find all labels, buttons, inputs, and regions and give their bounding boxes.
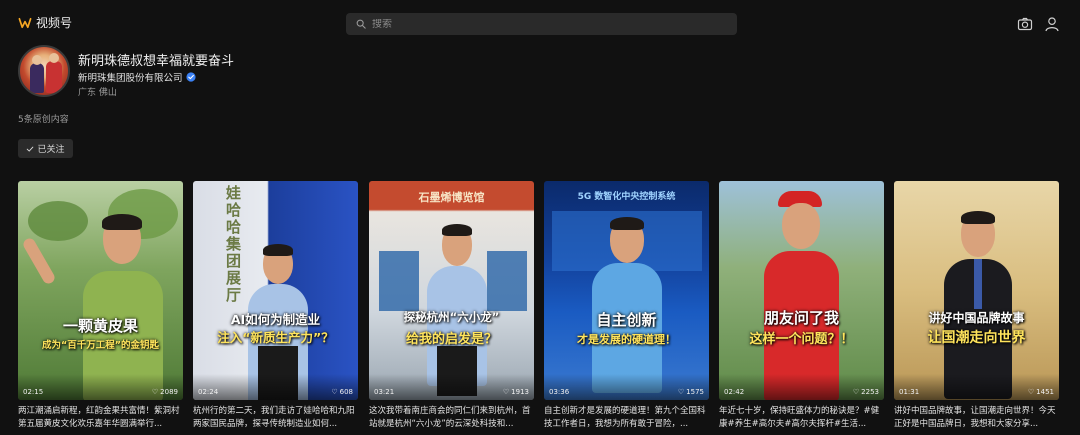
video-title-line1: 探秘杭州“六小龙” (403, 310, 500, 324)
app-logo[interactable]: 视频号 (18, 14, 72, 31)
video-scene-text: 5G 数智化中央控制系统 (577, 192, 676, 202)
video-title-line2: 给我的启发是？ (405, 332, 497, 347)
video-title-line2: 这样一个问题？！ (749, 332, 854, 347)
video-scene-text: 娃哈哈集团展厅 (224, 185, 242, 304)
profile-org: 新明珠集团股份有限公司 (78, 70, 196, 84)
heart-icon: ♡ (502, 388, 510, 396)
top-bar: 视频号 (0, 0, 1080, 48)
like-count: 1575 (686, 388, 704, 396)
video-thumbnail[interactable]: 石墨烯博览馆 探秘杭州“六小龙” 给我的启发是？ 03:21 ♡ 1913 (369, 181, 534, 400)
user-icon[interactable] (1044, 16, 1060, 32)
avatar[interactable] (18, 45, 70, 97)
video-title-line1: 朋友问了我 (763, 309, 839, 327)
video-title-line2: 注入“新质生产力”？ (217, 330, 334, 345)
heart-icon: ♡ (151, 388, 159, 396)
profile-location: 广东 佛山 (78, 88, 117, 98)
video-thumbnail[interactable]: 一颗黄皮果 成为“百千万工程”的金钥匙 02:15 ♡ 2089 (18, 181, 183, 400)
video-thumbnail[interactable]: 5G 数智化中央控制系统 自主创新 才是发展的硬道理！ 03:36 ♡ 1575 (544, 181, 709, 400)
video-duration: 01:31 (899, 388, 920, 396)
video-duration: 02:42 (724, 388, 745, 396)
video-likes: ♡ 1575 (678, 388, 704, 396)
video-title-line1: 讲好中国品牌故事 (928, 311, 1025, 325)
video-caption[interactable]: 自主创新才是发展的硬道理！第九个全国科技工作者日，我想为所有敢于冒险，... (544, 405, 709, 431)
video-caption[interactable]: 年近七十岁，保持旺盛体力的秘诀是？#健康#养生#高尔夫#高尔夫挥杆#生活... (719, 405, 884, 431)
channels-logo-icon (18, 17, 32, 28)
video-scene-text: 石墨烯博览馆 (418, 191, 485, 204)
video-likes: ♡ 2253 (853, 388, 879, 396)
follow-button[interactable]: 已关注 (18, 139, 73, 158)
search-bar[interactable] (346, 13, 737, 35)
like-count: 1913 (511, 388, 529, 396)
check-icon (27, 146, 34, 152)
video-duration: 02:24 (198, 388, 219, 396)
like-count: 2089 (160, 388, 178, 396)
video-card[interactable]: 5G 数智化中央控制系统 自主创新 才是发展的硬道理！ 03:36 ♡ 1575 … (544, 181, 709, 435)
video-duration: 02:15 (23, 388, 44, 396)
video-thumbnail[interactable]: 娃哈哈集团展厅 AI如何为制造业 注入“新质生产力”？ 02:24 ♡ 608 (193, 181, 358, 400)
like-count: 2253 (861, 388, 879, 396)
video-duration: 03:21 (374, 388, 395, 396)
heart-icon: ♡ (852, 388, 860, 396)
heart-icon: ♡ (677, 388, 685, 396)
video-card[interactable]: 娃哈哈集团展厅 AI如何为制造业 注入“新质生产力”？ 02:24 ♡ 608 杭… (193, 181, 358, 435)
video-likes: ♡ 1913 (503, 388, 529, 396)
video-card[interactable]: 一颗黄皮果 成为“百千万工程”的金钥匙 02:15 ♡ 2089 两江潮涌启新程，… (18, 181, 183, 435)
video-title-line1: AI如何为制造业 (230, 312, 321, 327)
video-thumbnail[interactable]: 讲好中国品牌故事 让国潮走向世界 01:31 ♡ 1451 (894, 181, 1059, 400)
video-duration: 03:36 (549, 388, 570, 396)
video-title-line2: 才是发展的硬道理！ (577, 333, 676, 346)
video-title-line2: 成为“百千万工程”的金钥匙 (42, 340, 159, 351)
video-likes: ♡ 608 (331, 388, 353, 396)
verified-icon (185, 72, 196, 82)
heart-icon: ♡ (1027, 388, 1035, 396)
video-caption[interactable]: 这次我带着南庄商会的同仁们来到杭州，首站就是杭州“六小龙”的云深处科技和... (369, 405, 534, 431)
video-card[interactable]: 朋友问了我 这样一个问题？！ 02:42 ♡ 2253 年近七十岁，保持旺盛体力的… (719, 181, 884, 435)
video-likes: ♡ 1451 (1028, 388, 1054, 396)
video-likes: ♡ 2089 (152, 388, 178, 396)
video-grid: 一颗黄皮果 成为“百千万工程”的金钥匙 02:15 ♡ 2089 两江潮涌启新程，… (18, 181, 1080, 435)
video-thumbnail[interactable]: 朋友问了我 这样一个问题？！ 02:42 ♡ 2253 (719, 181, 884, 400)
video-caption[interactable]: 杭州行的第二天，我们走访了娃哈哈和九阳两家国民品牌，探寻传统制造业如何... (193, 405, 358, 431)
search-icon (356, 19, 366, 29)
video-card[interactable]: 讲好中国品牌故事 让国潮走向世界 01:31 ♡ 1451 讲好中国品牌故事，让国… (894, 181, 1059, 435)
profile-title: 新明珠德叔想幸福就要奋斗 (78, 54, 235, 69)
search-input[interactable] (372, 18, 712, 30)
video-caption[interactable]: 讲好中国品牌故事，让国潮走向世界！今天正好是中国品牌日，我想和大家分享... (894, 405, 1059, 431)
app-name: 视频号 (36, 16, 73, 30)
like-count: 1451 (1036, 388, 1054, 396)
video-title-line1: 一颗黄皮果 (62, 317, 138, 335)
video-title-line2: 让国潮走向世界 (927, 330, 1026, 346)
video-card[interactable]: 石墨烯博览馆 探秘杭州“六小龙” 给我的启发是？ 03:21 ♡ 1913 这次我… (369, 181, 534, 435)
heart-icon: ♡ (331, 388, 338, 396)
org-name: 新明珠集团股份有限公司 (78, 73, 183, 84)
like-count: 608 (339, 388, 353, 396)
follow-label: 已关注 (37, 145, 65, 155)
camera-icon[interactable] (1017, 16, 1033, 32)
content-count: 5条原创内容 (18, 115, 69, 125)
video-caption[interactable]: 两江潮涌启新程，红韵金果共富情！紫洞村第五届黄皮文化欢乐嘉年华圆满举行... (18, 405, 183, 431)
video-title-line1: 自主创新 (596, 311, 657, 329)
